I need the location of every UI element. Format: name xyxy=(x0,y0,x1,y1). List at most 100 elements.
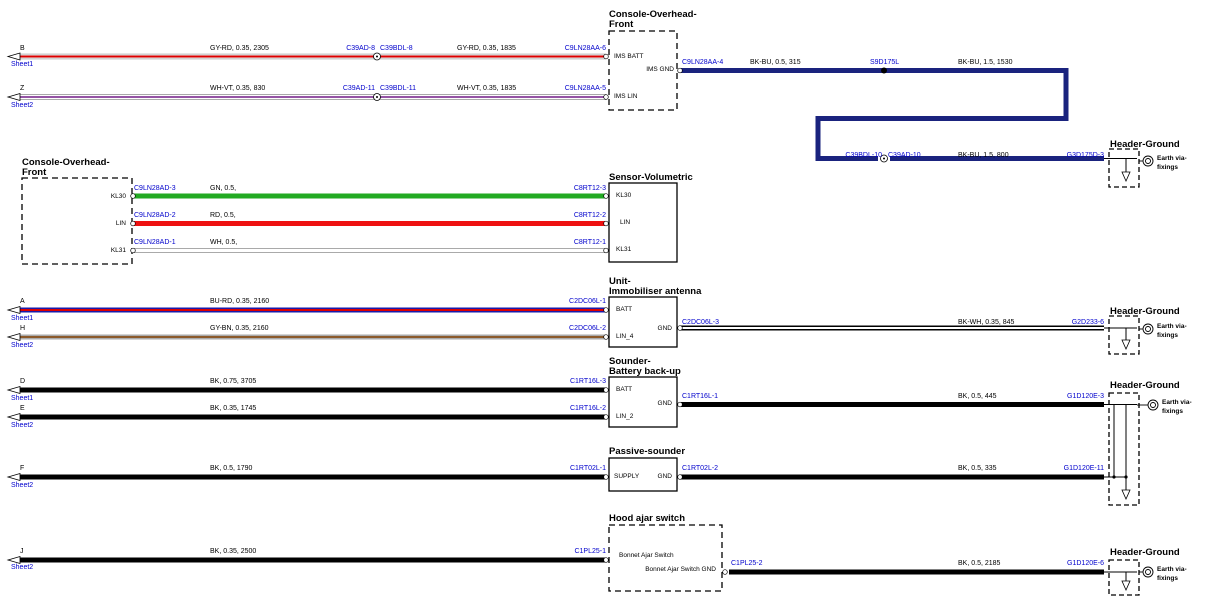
connector-label[interactable]: C39AD-11 xyxy=(343,85,375,92)
wire-bk-f[interactable] xyxy=(16,474,606,480)
connector-label[interactable]: C9LN28AD-1 xyxy=(134,239,176,246)
offsheet-sheet-link[interactable]: Sheet2 xyxy=(11,564,33,571)
wire-wh[interactable] xyxy=(132,248,607,253)
ground-block-4[interactable] xyxy=(1104,559,1154,596)
ground-block-3[interactable] xyxy=(1104,392,1159,506)
wire-bk-sounder-gnd[interactable] xyxy=(680,402,1104,407)
earth-icon xyxy=(1142,323,1154,335)
arrow-j-icon[interactable] xyxy=(6,555,21,565)
arrow-e-icon[interactable] xyxy=(6,412,21,422)
wire-bk-j[interactable] xyxy=(16,557,606,563)
connector-label[interactable]: C39BDL-11 xyxy=(380,85,416,92)
arrow-d-icon[interactable] xyxy=(6,385,21,395)
wire-bk-hood-gnd[interactable] xyxy=(729,569,1104,575)
offsheet-letter: D xyxy=(20,378,25,385)
connector-label[interactable]: G2D233-6 xyxy=(1072,319,1104,326)
offsheet-sheet-link[interactable]: Sheet1 xyxy=(11,61,33,68)
wire-label: BK-BU, 1.5, 1530 xyxy=(958,59,1013,66)
wire-bu-rd-a[interactable] xyxy=(16,307,606,313)
pin-label: KL31 xyxy=(616,246,632,253)
connector-label[interactable]: C39BDL-8 xyxy=(380,45,413,52)
connector-label[interactable]: C9LN28AA-5 xyxy=(565,85,606,92)
offsheet-sheet-link[interactable]: Sheet2 xyxy=(11,482,33,489)
arrow-f-icon[interactable] xyxy=(6,472,21,482)
splice-s9d175l[interactable] xyxy=(881,67,887,74)
wire-label: BK, 0.5, 1790 xyxy=(210,465,253,472)
arrow-b-icon[interactable] xyxy=(6,52,21,61)
connector-label[interactable]: C1PL25-1 xyxy=(574,548,606,555)
earth-label: Earth via- xyxy=(1157,566,1187,573)
wire-bk-passive-gnd[interactable] xyxy=(680,474,1104,480)
earth-label: fixings xyxy=(1162,408,1183,415)
wire-label: WH-VT, 0.35, 1835 xyxy=(457,85,516,92)
connector-label[interactable]: C9LN28AD-2 xyxy=(134,212,176,219)
connector-label[interactable]: G1D120E-3 xyxy=(1067,393,1104,400)
title-console-overhead-front-top-2: Front xyxy=(609,19,634,30)
pin-label: KL31 xyxy=(111,247,127,254)
pin-label: IMS LIN xyxy=(614,93,638,100)
wire-label: BK, 0.5, 445 xyxy=(958,393,997,400)
earth-label: fixings xyxy=(1157,164,1178,171)
inline-connector-c39-11[interactable] xyxy=(373,93,381,101)
wire-label: BK, 0.75, 3705 xyxy=(210,378,256,385)
connector-label[interactable]: C39BDL-10 xyxy=(845,152,882,159)
offsheet-sheet-link[interactable]: Sheet1 xyxy=(11,395,33,402)
wire-bk-bu[interactable] xyxy=(680,68,1104,161)
wire-label: RD, 0.5, xyxy=(210,212,236,219)
earth-icon xyxy=(1147,399,1159,411)
pin-label: LIN_4 xyxy=(616,333,634,340)
wire-gy-rd-b[interactable] xyxy=(15,53,607,60)
connector-label[interactable]: C9LN28AA-4 xyxy=(682,59,723,66)
wire-gy-bn-h[interactable] xyxy=(16,334,606,340)
arrow-a-icon[interactable] xyxy=(6,305,21,315)
wire-gn[interactable] xyxy=(133,193,606,199)
pin-label: Bonnet Ajar Switch GND xyxy=(645,566,716,573)
wire-wh-vt-z[interactable] xyxy=(15,94,607,100)
connector-label[interactable]: C39AD-10 xyxy=(888,152,921,159)
offsheet-sheet-link[interactable]: Sheet1 xyxy=(11,315,33,322)
connector-label[interactable]: C1RT02L-1 xyxy=(570,465,606,472)
connector-label[interactable]: C1RT16L-3 xyxy=(570,378,606,385)
wire-bk-wh[interactable] xyxy=(680,325,1104,331)
offsheet-sheet-link[interactable]: Sheet2 xyxy=(11,342,33,349)
connector-label[interactable]: C9LN28AA-6 xyxy=(565,45,606,52)
connector-label[interactable]: C2DC06L-1 xyxy=(569,298,606,305)
pin-label: IMS GND xyxy=(646,66,674,73)
offsheet-letter: A xyxy=(20,298,25,305)
connector-label[interactable]: C2DC06L-2 xyxy=(569,325,606,332)
connector-label[interactable]: C9LN28AD-3 xyxy=(134,185,176,192)
connector-label[interactable]: C8RT12-1 xyxy=(574,239,606,246)
pin-label: GND xyxy=(658,473,673,480)
arrow-h-icon[interactable] xyxy=(6,332,21,342)
pin-label: KL30 xyxy=(111,193,127,200)
wire-bk-d[interactable] xyxy=(16,387,606,393)
connector-label[interactable]: C1PL25-2 xyxy=(731,560,763,567)
ground-block-1[interactable] xyxy=(1104,148,1154,188)
offsheet-sheet-link[interactable]: Sheet2 xyxy=(11,422,33,429)
connector-label[interactable]: S9D175L xyxy=(870,59,899,66)
title-header-ground-3: Header-Ground xyxy=(1110,380,1180,391)
arrow-z-icon[interactable] xyxy=(6,92,21,102)
title-header-ground-4: Header-Ground xyxy=(1110,547,1180,558)
connector-label[interactable]: C8RT12-3 xyxy=(574,185,606,192)
connector-label[interactable]: C39AD-8 xyxy=(346,45,375,52)
connector-label[interactable]: C8RT12-2 xyxy=(574,212,606,219)
connector-label[interactable]: G1D120E-6 xyxy=(1067,560,1104,567)
connector-label[interactable]: C1RT02L-2 xyxy=(682,465,718,472)
wire-rd[interactable] xyxy=(133,221,606,226)
offsheet-sheet-link[interactable]: Sheet2 xyxy=(11,102,33,109)
pin-label: BATT xyxy=(616,306,632,313)
wire-label: BU-RD, 0.35, 2160 xyxy=(210,298,269,305)
inline-connector-c39-8[interactable] xyxy=(373,52,381,61)
title-unit-immobiliser-2: Immobiliser antenna xyxy=(609,286,702,297)
connector-label[interactable]: G3D175D-3 xyxy=(1067,152,1104,159)
connector-label[interactable]: C1RT16L-1 xyxy=(682,393,718,400)
offsheet-letter: H xyxy=(20,325,25,332)
connector-label[interactable]: C2DC06L-3 xyxy=(682,319,719,326)
wire-label: BK, 0.35, 2500 xyxy=(210,548,256,555)
connector-label[interactable]: C1RT16L-2 xyxy=(570,405,606,412)
ground-block-2[interactable] xyxy=(1104,315,1154,355)
wire-bk-e[interactable] xyxy=(16,414,606,420)
connector-label[interactable]: G1D120E-11 xyxy=(1064,465,1104,472)
pin-label: GND xyxy=(658,325,673,332)
